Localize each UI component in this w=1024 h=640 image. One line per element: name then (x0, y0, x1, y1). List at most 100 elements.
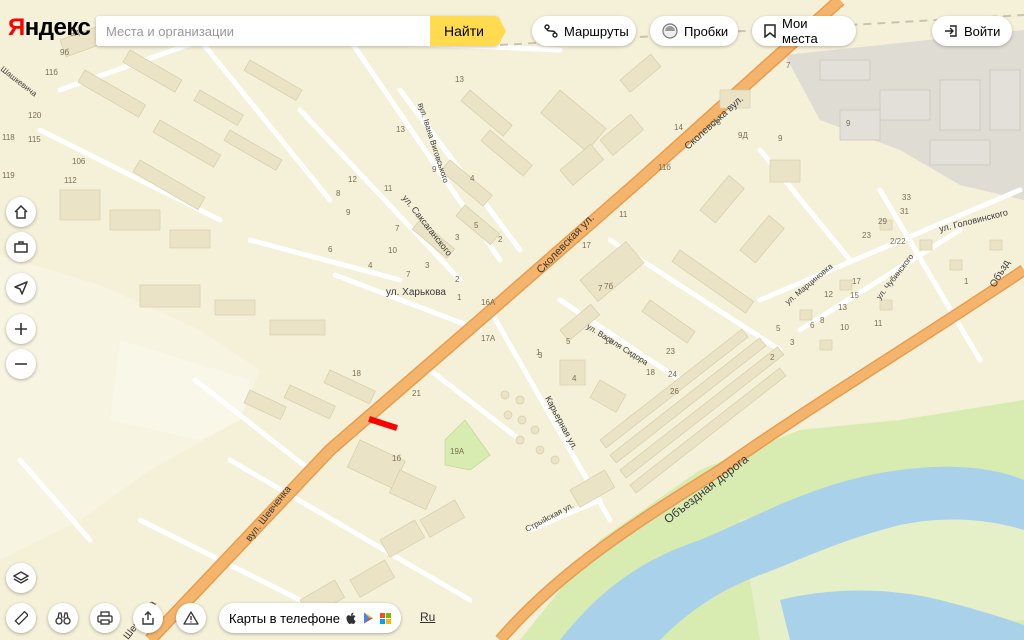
language-link[interactable]: Ru (420, 610, 435, 624)
house-number: 18 (352, 369, 361, 378)
house-number: 7 (406, 270, 411, 279)
house-number: 11 (874, 319, 883, 328)
home-button[interactable] (6, 197, 36, 227)
search-bar: Найти (96, 16, 506, 46)
house-number: 17 (852, 277, 861, 286)
house-number: 2 (455, 275, 460, 284)
route-icon (544, 24, 558, 38)
briefcase-icon (14, 241, 28, 253)
house-number: 1 (457, 293, 462, 302)
login-button[interactable]: Войти (932, 16, 1012, 46)
house-number: 17А (481, 334, 496, 343)
house-number: 7б (604, 282, 613, 291)
house-number: 2/22 (890, 237, 906, 246)
search-button[interactable]: Найти (430, 16, 506, 46)
layers-button[interactable] (6, 563, 36, 593)
house-number: 29 (878, 217, 887, 226)
house-number: 31 (900, 207, 909, 216)
zoom-out-icon (15, 363, 27, 365)
traffic-icon (662, 23, 678, 39)
house-number: 5 (474, 221, 479, 230)
house-number: 21 (412, 389, 421, 398)
layers-icon (13, 571, 29, 584)
yandex-logo[interactable]: Яндекс (8, 14, 91, 42)
windows-icon (379, 612, 391, 624)
house-number: 23 (862, 231, 871, 240)
search-input[interactable] (96, 16, 430, 46)
routes-label: Маршруты (564, 23, 629, 39)
login-icon (945, 25, 957, 37)
house-number: 9 (346, 208, 351, 217)
share-icon (142, 611, 154, 625)
house-number: 16А (481, 298, 496, 307)
house-number: 6 (810, 321, 815, 330)
locate-icon (14, 281, 28, 295)
house-number: 115 (28, 135, 41, 144)
ruler-button[interactable] (6, 603, 36, 633)
house-number: 2 (770, 353, 775, 362)
street-label-kharkova: ул. Харькова (386, 287, 446, 298)
house-number: 6 (328, 245, 333, 254)
house-number: 106 (72, 157, 86, 166)
home-icon (14, 205, 28, 219)
house-number: 5 (566, 337, 571, 346)
house-number: 11б (45, 68, 58, 77)
house-number: 7 (598, 284, 603, 293)
house-number: 1 (964, 277, 969, 286)
house-number: 3 (455, 233, 460, 242)
house-number: 119 (2, 171, 15, 180)
map-canvas[interactable]: Сколевская ул. Сколевська вул. вул. Шевч… (0, 0, 1024, 640)
zoom-out-button[interactable] (6, 349, 36, 379)
logo-first-letter: Я (8, 14, 25, 41)
house-number: 11 (384, 184, 393, 193)
house-number: 120 (28, 111, 42, 120)
house-number: 19А (450, 447, 465, 456)
house-number: 4 (368, 261, 373, 270)
house-number: 118 (2, 133, 15, 142)
house-number: 18 (646, 368, 655, 377)
house-number: 17 (582, 241, 591, 250)
house-number: 5 (776, 324, 781, 333)
print-button[interactable] (90, 603, 120, 633)
alert-icon (183, 611, 199, 625)
maps-in-phone-button[interactable]: Карты в телефоне (219, 603, 401, 633)
house-number: 11б (658, 163, 671, 172)
house-number: 1б (392, 454, 401, 463)
my-places-button[interactable]: Мои места (752, 16, 856, 46)
binoculars-icon (55, 612, 71, 625)
share-button[interactable] (133, 603, 163, 633)
house-number: 13 (838, 303, 847, 312)
maps-in-phone-label: Карты в телефоне (229, 610, 340, 626)
house-number: 24 (668, 370, 677, 379)
house-number: 10 (840, 323, 849, 332)
house-number: 10 (388, 246, 397, 255)
traffic-label: Пробки (684, 23, 729, 39)
ruler-icon (14, 611, 28, 625)
routes-button[interactable]: Маршруты (532, 16, 636, 46)
house-number: 7 (395, 224, 400, 233)
house-number: 4 (572, 374, 577, 383)
house-number: 9 (432, 165, 437, 174)
house-number: 26 (670, 387, 679, 396)
house-number: 9 (846, 119, 851, 128)
house-number: 13 (455, 75, 464, 84)
house-number: 23 (666, 347, 675, 356)
panorama-button[interactable] (48, 603, 78, 633)
house-number: 9 (778, 134, 783, 143)
house-number: 1 (536, 348, 541, 357)
house-number: 13 (396, 125, 405, 134)
report-error-button[interactable] (176, 603, 206, 633)
bookmark-icon (764, 24, 776, 38)
locate-button[interactable] (6, 273, 36, 303)
house-number: 3 (790, 338, 795, 347)
house-number: 12 (348, 175, 357, 184)
house-number: 12 (824, 290, 833, 299)
work-button[interactable] (6, 232, 36, 262)
traffic-button[interactable]: Пробки (650, 16, 738, 46)
zoom-in-button[interactable] (6, 314, 36, 344)
house-number: 3 (425, 261, 430, 270)
house-number: 15 (712, 118, 721, 127)
house-number: 9Д (738, 131, 748, 140)
house-number: 15 (850, 291, 859, 300)
house-number: 8 (820, 316, 825, 325)
